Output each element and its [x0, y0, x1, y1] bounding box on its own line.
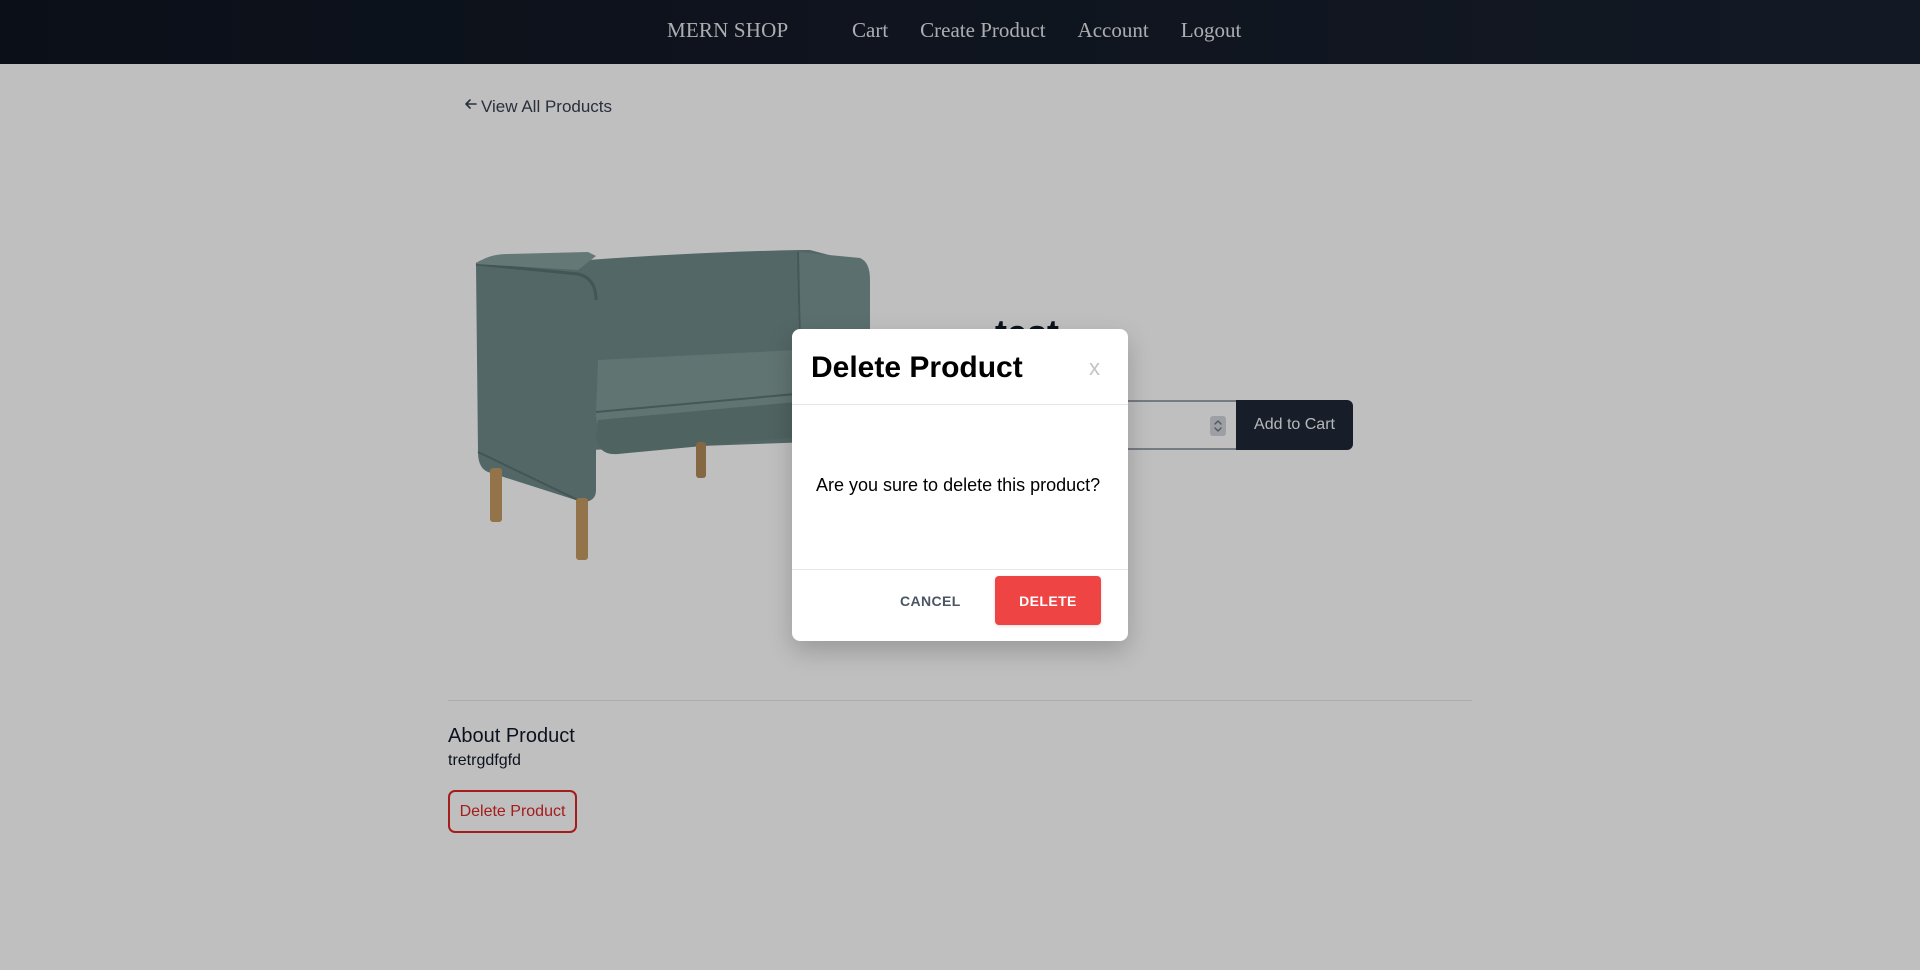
cancel-button[interactable]: CANCEL: [900, 593, 961, 609]
close-icon[interactable]: x: [1089, 355, 1100, 381]
modal-title: Delete Product: [811, 351, 1023, 384]
modal-message: Are you sure to delete this product?: [816, 475, 1101, 495]
modal-footer: CANCEL DELETE: [792, 570, 1128, 641]
modal-body: Are you sure to delete this product?: [792, 405, 1128, 570]
delete-product-modal: Delete Product x Are you sure to delete …: [792, 329, 1128, 641]
delete-button[interactable]: DELETE: [995, 576, 1101, 625]
modal-header: Delete Product x: [792, 329, 1128, 405]
